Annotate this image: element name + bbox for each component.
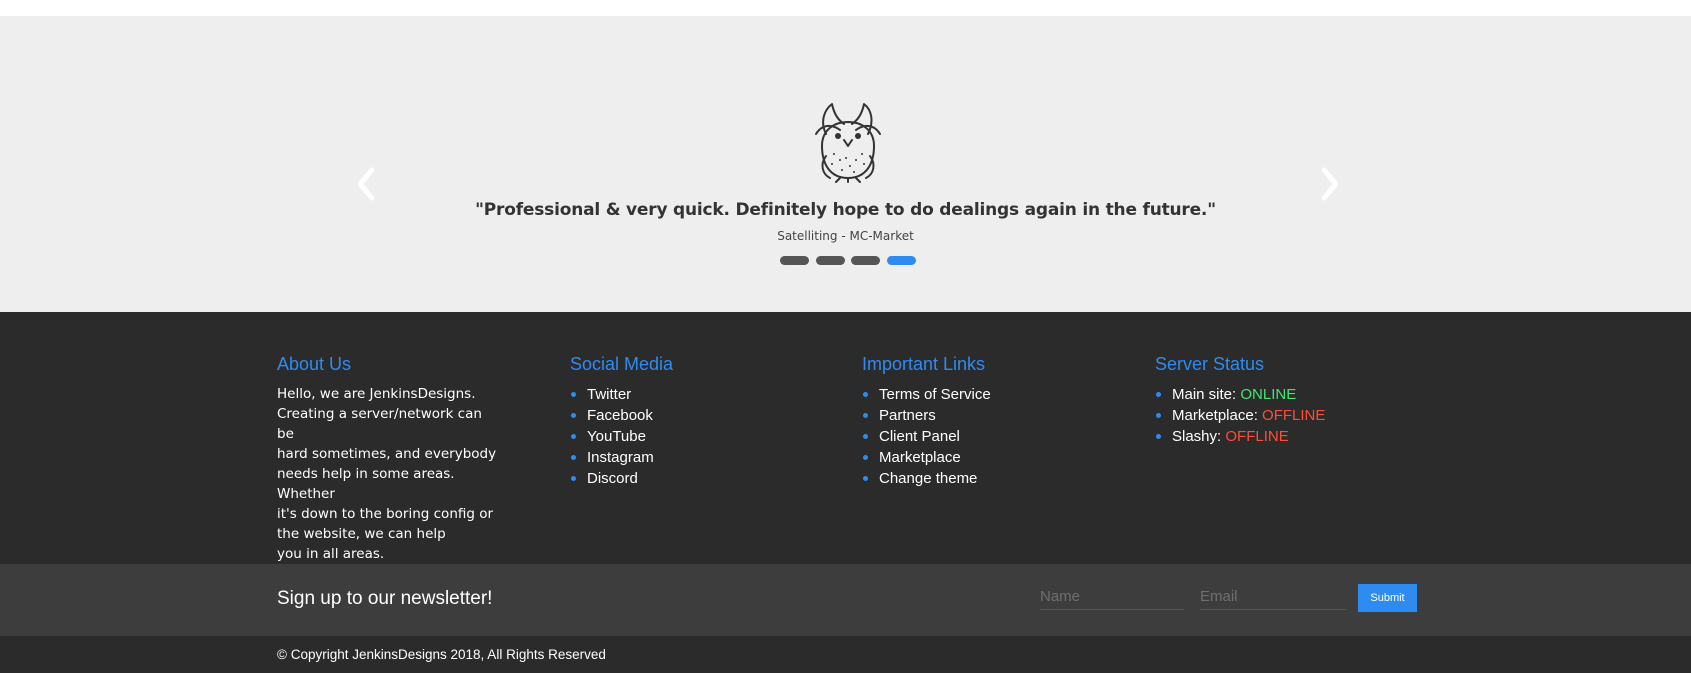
links-list: Terms of Service Partners Client Panel M…: [862, 384, 1102, 489]
links-title: Important Links: [862, 354, 986, 374]
about-line: Hello, we are JenkinsDesigns.: [277, 386, 476, 402]
testimonial-carousel: "Professional & very quick. Definitely h…: [0, 16, 1691, 312]
footer: About Us Hello, we are JenkinsDesigns. C…: [0, 312, 1691, 564]
link-change-theme[interactable]: Change theme: [879, 470, 977, 487]
carousel-dot-2[interactable]: [816, 256, 845, 265]
social-column: Social Media Twitter Facebook YouTube In…: [570, 354, 810, 489]
status-item-slashy: Slashy: OFFLINE: [1155, 426, 1395, 447]
status-list: Main site: ONLINE Marketplace: OFFLINE S…: [1155, 384, 1395, 447]
carousel-dot-1[interactable]: [780, 256, 809, 265]
newsletter-bar: Sign up to our newsletter! Submit: [0, 564, 1691, 636]
about-line: it's down to the boring config or: [277, 506, 494, 522]
social-link-instagram[interactable]: Instagram: [587, 449, 654, 466]
status-badge: OFFLINE: [1225, 428, 1289, 445]
status-badge: ONLINE: [1240, 386, 1297, 403]
list-item: Twitter: [570, 384, 810, 405]
list-item: Partners: [862, 405, 1102, 426]
status-badge: OFFLINE: [1262, 407, 1326, 424]
social-link-youtube[interactable]: YouTube: [587, 428, 646, 445]
status-label: Marketplace:: [1172, 407, 1258, 424]
newsletter-submit-button[interactable]: Submit: [1358, 584, 1417, 612]
social-link-facebook[interactable]: Facebook: [587, 407, 653, 424]
link-client-panel[interactable]: Client Panel: [879, 428, 960, 445]
status-label: Slashy:: [1172, 428, 1222, 445]
list-item: Instagram: [570, 447, 810, 468]
about-text: Hello, we are JenkinsDesigns. Creating a…: [277, 384, 497, 564]
chevron-right-icon[interactable]: [1316, 164, 1344, 204]
link-partners[interactable]: Partners: [879, 407, 936, 424]
top-strip: [0, 0, 1691, 16]
list-item: Client Panel: [862, 426, 1102, 447]
social-title: Social Media: [570, 354, 674, 374]
carousel-indicators: [780, 256, 920, 266]
links-column: Important Links Terms of Service Partner…: [862, 354, 1102, 489]
social-link-twitter[interactable]: Twitter: [587, 386, 631, 403]
link-marketplace[interactable]: Marketplace: [879, 449, 961, 466]
about-title: About Us: [277, 354, 352, 374]
newsletter-title: Sign up to our newsletter!: [277, 588, 493, 609]
status-column: Server Status Main site: ONLINE Marketpl…: [1155, 354, 1395, 447]
social-link-discord[interactable]: Discord: [587, 470, 638, 487]
carousel-dot-4[interactable]: [887, 256, 916, 265]
status-label: Main site:: [1172, 386, 1237, 403]
list-item: Discord: [570, 468, 810, 489]
carousel-dot-3[interactable]: [851, 256, 880, 265]
newsletter-email-input[interactable]: [1200, 584, 1346, 610]
testimonial-author: Satelliting - MC-Market: [777, 229, 914, 243]
testimonial-quote: "Professional & very quick. Definitely h…: [475, 200, 1216, 220]
link-terms-of-service[interactable]: Terms of Service: [879, 386, 991, 403]
about-line: the website, we can help: [277, 526, 446, 542]
about-line: hard sometimes, and everybody: [277, 446, 497, 462]
copyright-bar: © Copyright JenkinsDesigns 2018, All Rig…: [0, 636, 1691, 673]
about-column: About Us Hello, we are JenkinsDesigns. C…: [277, 354, 517, 564]
owl-mascot-icon: [815, 103, 881, 183]
list-item: Marketplace: [862, 447, 1102, 468]
list-item: YouTube: [570, 426, 810, 447]
newsletter-name-input[interactable]: [1040, 584, 1184, 610]
social-list: Twitter Facebook YouTube Instagram Disco…: [570, 384, 810, 489]
list-item: Change theme: [862, 468, 1102, 489]
status-title: Server Status: [1155, 354, 1265, 374]
status-item-marketplace: Marketplace: OFFLINE: [1155, 405, 1395, 426]
list-item: Terms of Service: [862, 384, 1102, 405]
status-item-main-site: Main site: ONLINE: [1155, 384, 1395, 405]
about-line: you in all areas.: [277, 546, 385, 562]
about-line: Creating a server/network can be: [277, 406, 482, 442]
list-item: Facebook: [570, 405, 810, 426]
about-line: needs help in some areas. Whether: [277, 466, 455, 502]
copyright-text: © Copyright JenkinsDesigns 2018, All Rig…: [277, 647, 606, 662]
chevron-left-icon[interactable]: [352, 164, 380, 204]
